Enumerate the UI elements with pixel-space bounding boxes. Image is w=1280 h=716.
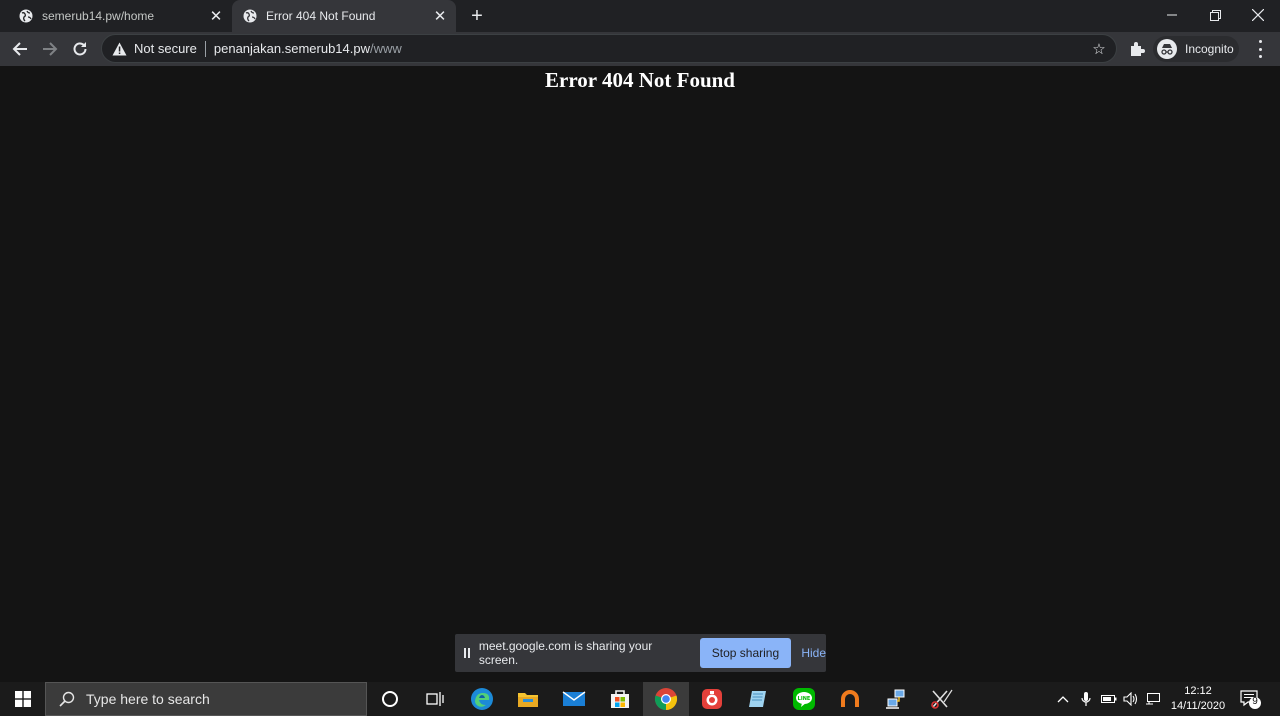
edge-icon[interactable] [459,682,505,716]
hide-button[interactable]: Hide [801,646,826,660]
incognito-profile-button[interactable]: Incognito [1153,36,1239,62]
globe-icon [242,8,258,24]
svg-text:LINE: LINE [798,696,811,702]
url-host: penanjakan.semerub14.pw [213,41,370,56]
store-icon[interactable] [597,682,643,716]
menu-kebab-icon[interactable] [1252,40,1268,58]
mail-icon[interactable] [551,682,597,716]
share-message: meet.google.com is sharing your screen. [478,639,653,667]
close-icon [1252,9,1264,21]
close-window-button[interactable] [1236,0,1280,30]
address-bar[interactable]: Not secure penanjakan.semerub14.pw/www ☆ [101,34,1117,63]
arrow-left-icon [12,42,27,56]
start-button[interactable] [0,682,45,716]
search-placeholder: Type here to search [86,691,210,707]
page-content: Error 404 Not Found [0,66,1280,682]
system-clock[interactable]: 12:12 14/11/2020 [1165,684,1231,714]
new-tab-button[interactable]: + [465,5,489,27]
microphone-icon[interactable] [1077,682,1095,716]
taskbar-search-box[interactable]: Type here to search [45,682,367,716]
tab-semerub-home[interactable]: semerub14.pw/home ✕ [8,0,232,32]
taskbar: Type here to search LINE 12:12 14/11/202… [0,682,1280,716]
notification-count: 9 [1252,696,1258,707]
close-icon[interactable]: ✕ [430,6,450,26]
minimize-button[interactable] [1150,0,1194,30]
tab-title: semerub14.pw/home [42,9,155,23]
chevron-up-icon[interactable] [1054,682,1072,716]
minimize-icon [1167,14,1177,16]
clock-date: 14/11/2020 [1170,700,1226,712]
clock-time: 12:12 [1184,685,1212,697]
restore-icon [1209,9,1221,21]
globe-icon [18,8,34,24]
snipping-tool-icon[interactable] [919,682,965,716]
reload-button[interactable] [67,36,93,62]
file-explorer-icon[interactable] [505,682,551,716]
page-title: Error 404 Not Found [545,68,735,92]
arrow-right-icon [43,42,58,56]
divider [204,40,206,57]
restore-button[interactable] [1193,0,1237,30]
forward-button[interactable] [37,36,63,62]
incognito-icon [1157,39,1177,59]
back-button[interactable] [7,36,33,62]
tab-title: Error 404 Not Found [266,9,376,23]
stop-sharing-button[interactable]: Stop sharing [699,638,792,668]
extensions-puzzle-icon[interactable] [1128,40,1146,58]
network-app-icon[interactable] [873,682,919,716]
close-icon[interactable]: ✕ [206,6,226,26]
drag-handle-icon[interactable] [464,648,470,658]
orange-app-icon[interactable] [827,682,873,716]
reload-icon [73,42,87,56]
profile-label: Incognito [1185,42,1234,56]
cortana-icon[interactable] [367,682,413,716]
app-red-icon[interactable] [689,682,735,716]
search-icon [59,691,75,707]
browser-toolbar: Not secure penanjakan.semerub14.pw/www ☆… [0,32,1280,66]
notes-icon[interactable] [735,682,781,716]
notification-center-icon[interactable]: 9 [1240,688,1262,710]
warning-icon[interactable] [112,42,128,56]
bookmark-star-icon[interactable]: ☆ [1090,40,1108,58]
tab-error-404[interactable]: Error 404 Not Found ✕ [232,0,456,32]
network-icon[interactable] [1143,682,1163,716]
security-label[interactable]: Not secure [134,41,197,56]
screen-share-bar: meet.google.com is sharing your screen. … [455,634,826,672]
tab-strip: semerub14.pw/home ✕ Error 404 Not Found … [0,0,1280,32]
chrome-icon[interactable] [643,682,689,716]
line-icon[interactable]: LINE [781,682,827,716]
url-path: /www [369,41,402,56]
task-view-icon[interactable] [412,682,458,716]
battery-icon[interactable] [1099,682,1119,716]
windows-logo-icon [14,691,31,707]
volume-icon[interactable] [1121,682,1141,716]
